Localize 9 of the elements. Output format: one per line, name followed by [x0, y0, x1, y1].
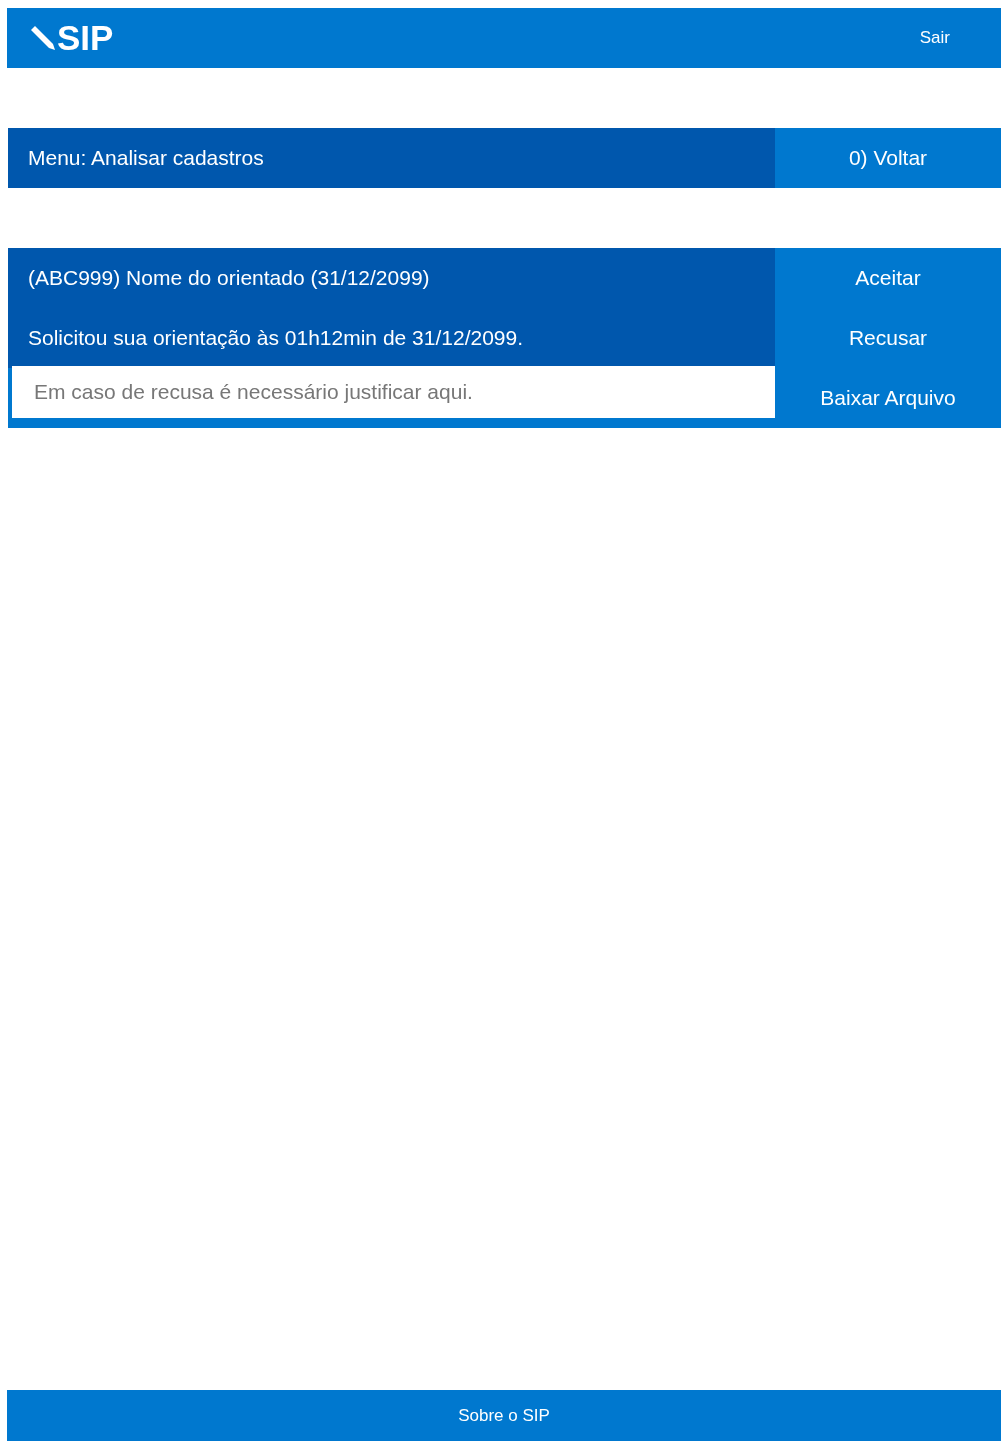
back-button[interactable]: 0) Voltar — [775, 128, 1001, 188]
request-message: Solicitou sua orientação às 01h12min de 31/12/2099. — [28, 326, 524, 350]
request-title: (ABC999) Nome do orientado (31/12/2099) — [28, 266, 430, 290]
app-logo: SIP — [57, 18, 114, 58]
logout-link[interactable]: Sair — [919, 28, 950, 48]
pencil-icon — [29, 24, 57, 52]
menu-title: Menu: Analisar cadastros — [28, 146, 264, 170]
about-link[interactable]: Sobre o SIP — [458, 1405, 550, 1426]
justification-field[interactable]: Em caso de recusa é necessário justificar aqui. — [12, 366, 775, 418]
